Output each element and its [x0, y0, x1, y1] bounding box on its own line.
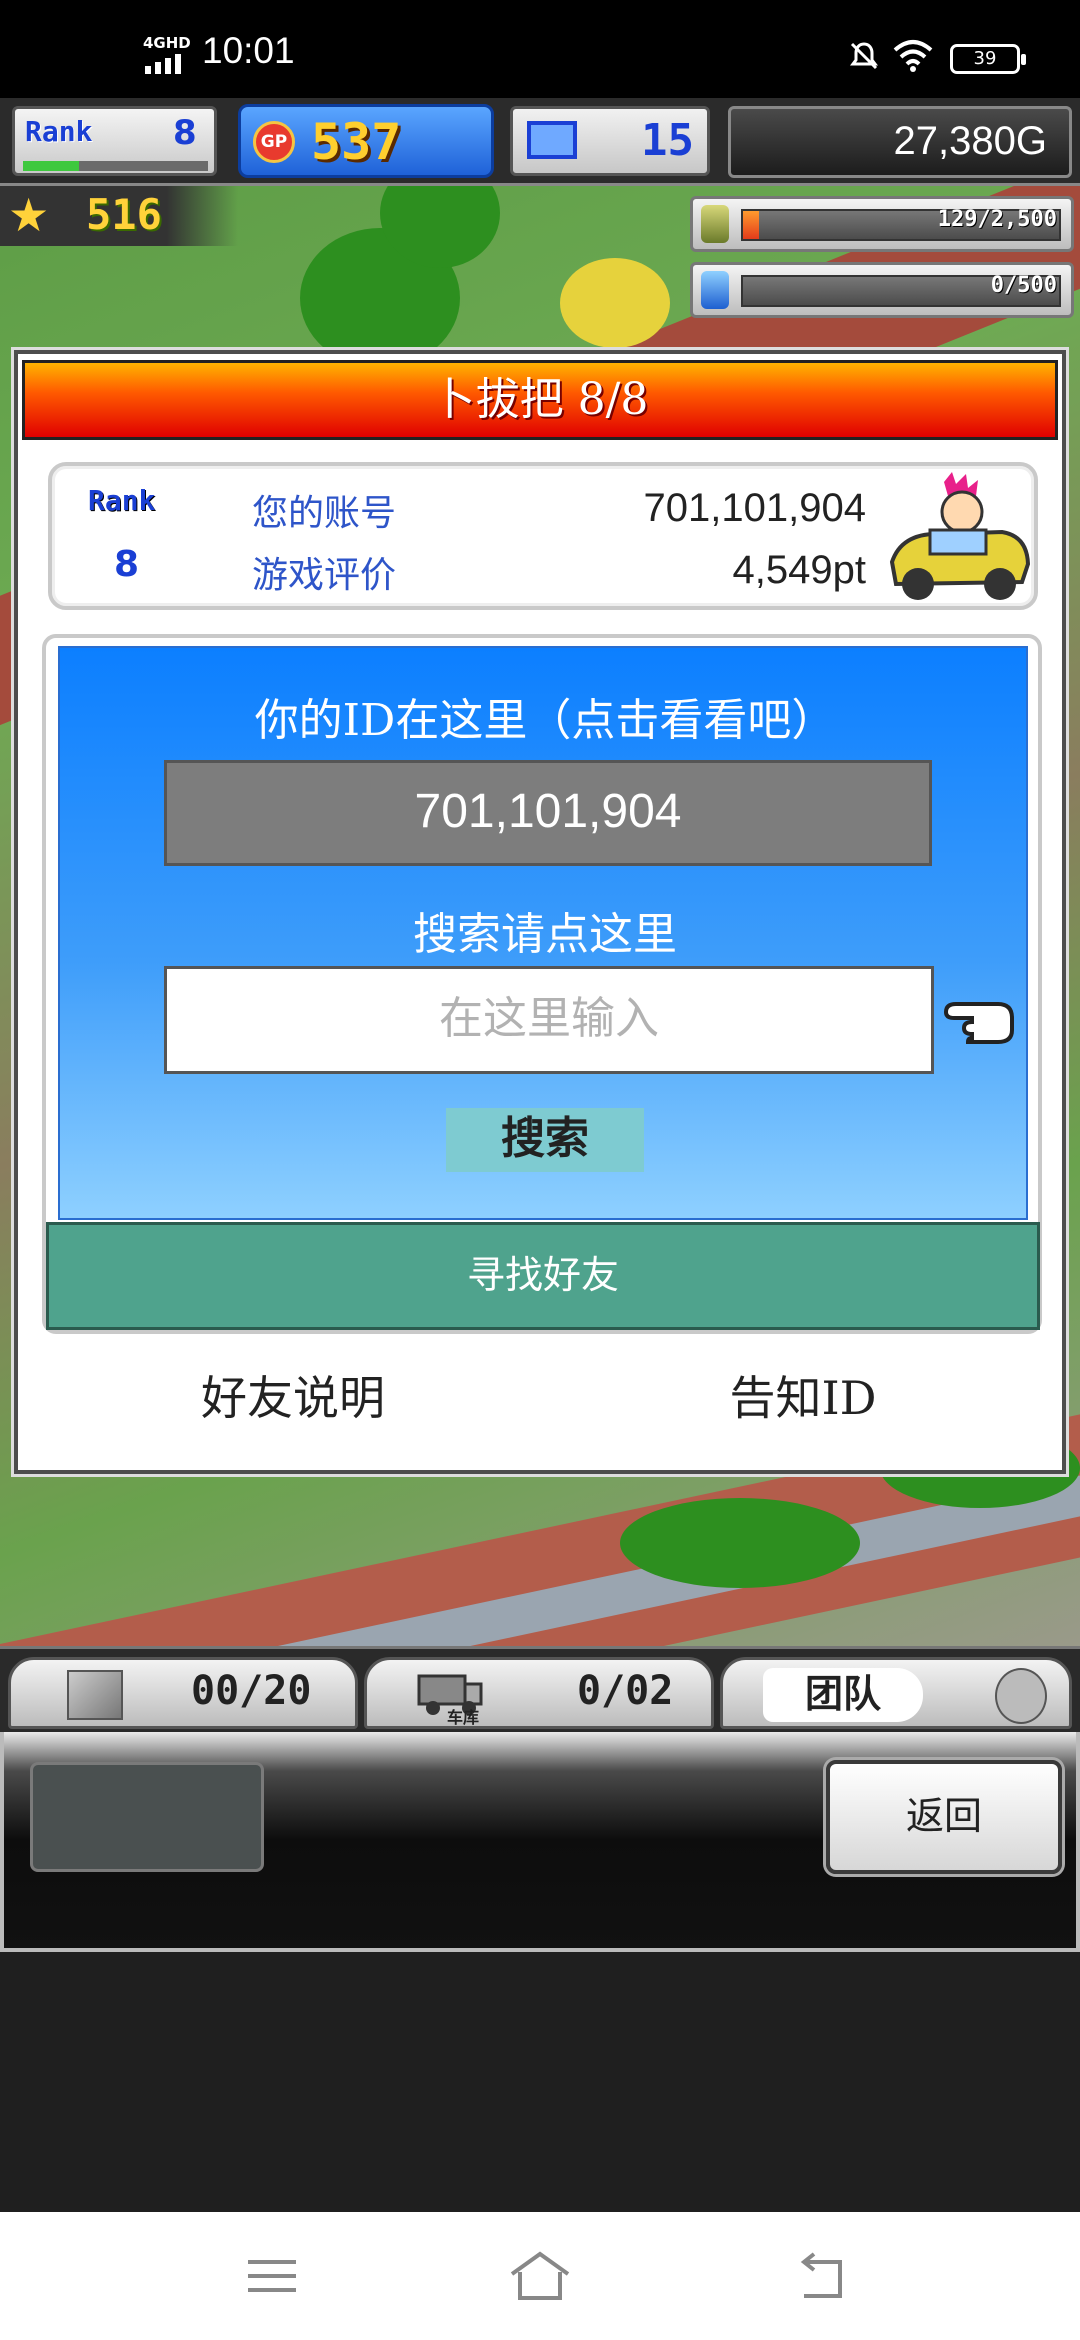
- garage-label: 车库: [447, 1708, 480, 1727]
- gold-value: 27,380G: [893, 119, 1047, 163]
- lower-blank-area: [0, 1952, 1080, 2212]
- team-tab[interactable]: 团队: [720, 1657, 1072, 1729]
- system-nav-bar: [0, 2212, 1080, 2340]
- fuel-can-icon: [701, 205, 729, 243]
- rank-panel[interactable]: Rank 8: [12, 106, 217, 176]
- rank-label: Rank: [25, 115, 93, 148]
- wifi-icon: [893, 40, 933, 72]
- bottle-value: 0/500: [990, 273, 1057, 298]
- top-hud: Rank 8 GP 537 15 27,380G: [0, 98, 1080, 186]
- items-count: 00/20: [191, 1668, 312, 1714]
- computers-value: 15: [641, 115, 694, 166]
- action-dock: 返回: [0, 1732, 1080, 1952]
- computer-icon: [527, 121, 577, 159]
- clock: 10:01: [202, 30, 295, 71]
- bottle-icon: [701, 271, 729, 309]
- account-card: Rank 8 您的账号 701,101,904 游戏评价 4,549pt: [48, 462, 1038, 610]
- map-hedge: [620, 1498, 860, 1588]
- stars-value: 516: [86, 190, 162, 239]
- bottom-game-bar: 00/20 车库 0/02 团队: [0, 1646, 1080, 1732]
- rating-value: 4,549pt: [732, 548, 866, 592]
- friend-id-input[interactable]: 在这里输入: [164, 966, 934, 1074]
- mute-bell-icon: [850, 42, 878, 70]
- items-tab[interactable]: 00/20: [8, 1657, 358, 1729]
- your-id-heading: 你的ID在这里（点击看看吧）: [254, 695, 836, 746]
- fuel-value: 129/2,500: [937, 207, 1057, 232]
- your-id-field[interactable]: 701,101,904: [164, 760, 932, 866]
- back-nav-icon[interactable]: [790, 2246, 854, 2306]
- gp-panel[interactable]: GP 537: [238, 104, 494, 178]
- account-rank-value: 8: [114, 544, 140, 585]
- gold-panel[interactable]: 27,380G: [728, 106, 1072, 178]
- id-panel: 你的ID在这里（点击看看吧） 701,101,904 搜索请点这里 在这里输入 …: [42, 634, 1042, 1334]
- signal-icon: [145, 54, 181, 74]
- network-type: 4GHD: [143, 34, 191, 52]
- friends-dialog: 卜拔把 8/8 Rank 8 您的账号 701,101,904 游戏评价 4,5…: [14, 350, 1066, 1474]
- star-icon: ★: [8, 188, 50, 242]
- friends-help-button[interactable]: 好友说明: [18, 1362, 568, 1428]
- battery-icon: 39: [950, 44, 1026, 74]
- home-icon[interactable]: [508, 2246, 572, 2306]
- search-button[interactable]: 搜索: [446, 1108, 644, 1172]
- rank-value: 8: [173, 113, 197, 153]
- account-id-label: 您的账号: [252, 493, 397, 534]
- crate-icon: [67, 1670, 123, 1720]
- account-id-value: 701,101,904: [643, 486, 866, 530]
- map-flowers: [560, 258, 670, 348]
- driver-car-icon: [889, 472, 1031, 600]
- search-heading: 搜索请点这里: [413, 909, 677, 960]
- dialog-title: 卜拔把 8/8: [22, 360, 1058, 440]
- share-id-button[interactable]: 告知ID: [558, 1362, 1048, 1428]
- gp-coin-icon: GP: [253, 121, 295, 163]
- rank-progress-bar: [23, 161, 208, 171]
- gp-value: 537: [311, 113, 402, 171]
- resource-bar-fuel[interactable]: 129/2,500: [690, 196, 1074, 252]
- team-label: 团队: [763, 1668, 923, 1722]
- find-friends-button[interactable]: 寻找好友: [46, 1222, 1040, 1330]
- rating-label: 游戏评价: [252, 555, 397, 596]
- stars-panel: ★ 516: [0, 186, 238, 246]
- status-bar: 4GHD 10:01 39: [0, 0, 1080, 98]
- staff-face-icon: [995, 1668, 1047, 1724]
- menu-icon[interactable]: [240, 2246, 304, 2306]
- back-button[interactable]: 返回: [826, 1760, 1062, 1874]
- garage-tab[interactable]: 车库 0/02: [364, 1657, 714, 1729]
- garage-count: 0/02: [577, 1668, 674, 1714]
- empty-slot: [30, 1762, 264, 1872]
- id-search-section: 你的ID在这里（点击看看吧） 701,101,904 搜索请点这里 在这里输入 …: [58, 646, 1028, 1220]
- pointing-hand-icon: [943, 1002, 1014, 1044]
- resource-bar-bottle[interactable]: 0/500: [690, 262, 1074, 318]
- account-rank-label: Rank: [88, 484, 156, 517]
- computers-panel[interactable]: 15: [510, 106, 710, 176]
